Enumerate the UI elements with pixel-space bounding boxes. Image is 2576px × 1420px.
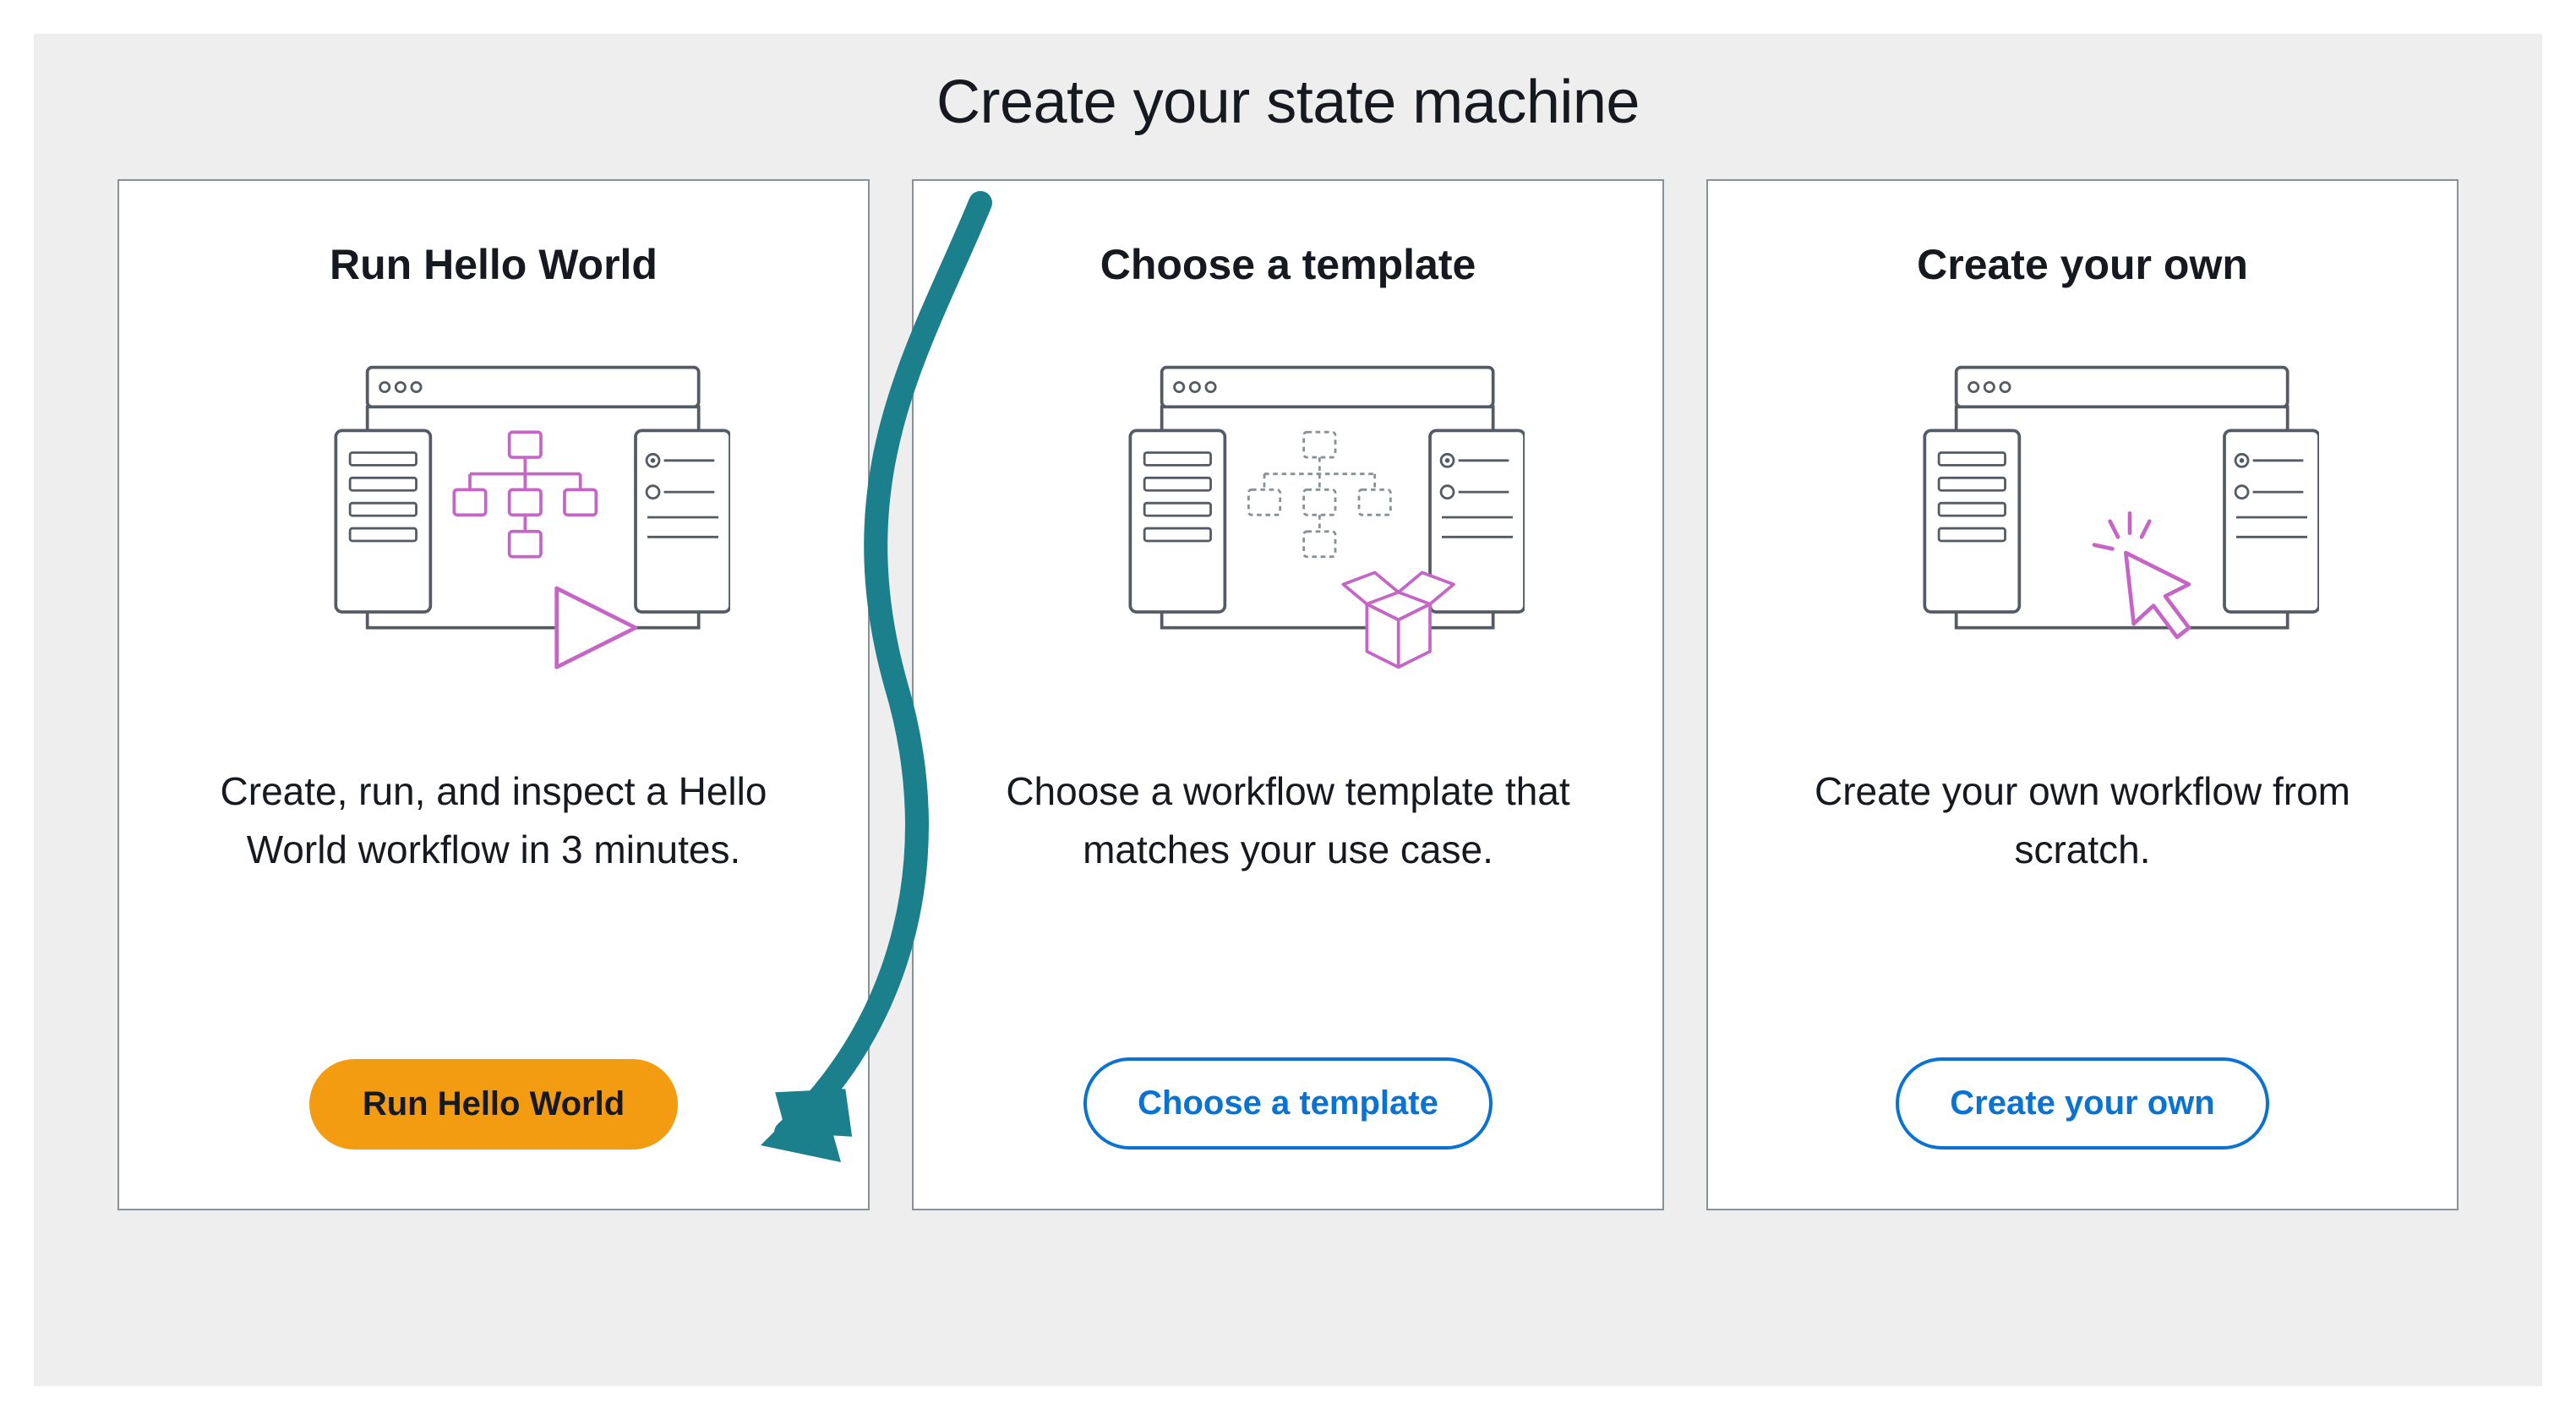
card-title: Choose a template: [1100, 240, 1476, 289]
hello-world-illustration-icon: [170, 331, 817, 703]
page-title: Create your state machine: [85, 68, 2491, 137]
choose-template-button[interactable]: Choose a template: [1083, 1057, 1493, 1150]
card-title: Run Hello World: [330, 240, 658, 289]
card-description: Choose a workflow template that matches …: [964, 762, 1612, 1057]
card-description: Create, run, and inspect a Hello World w…: [170, 762, 817, 1059]
create-your-own-button[interactable]: Create your own: [1896, 1057, 2268, 1150]
option-cards-row: Run Hello World: [85, 179, 2491, 1210]
card-run-hello-world[interactable]: Run Hello World: [117, 179, 870, 1210]
create-state-machine-panel: Create your state machine Run Hello Worl…: [34, 34, 2542, 1386]
card-choose-template[interactable]: Choose a template: [912, 179, 1664, 1210]
card-title: Create your own: [1917, 240, 2248, 289]
run-hello-world-button[interactable]: Run Hello World: [309, 1059, 678, 1150]
template-illustration-icon: [964, 331, 1612, 703]
create-own-illustration-icon: [1759, 331, 2406, 703]
card-description: Create your own workflow from scratch.: [1759, 762, 2406, 1057]
card-create-own[interactable]: Create your own: [1706, 179, 2459, 1210]
